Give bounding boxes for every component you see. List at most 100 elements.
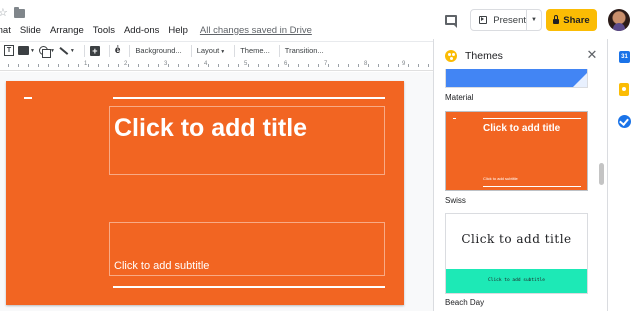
ruler-number: 1 [84,61,88,67]
ruler-tick [168,64,169,67]
theme-name-beach-day: Beach Day [445,298,485,307]
menu-arrange[interactable]: Arrange [50,25,84,36]
ruler-tick [388,64,389,67]
ruler-tick [38,64,39,67]
ruler-tick [308,64,309,67]
title-placeholder-box[interactable]: Click to add title [109,106,385,175]
comment-history-button[interactable] [441,10,461,30]
ruler-tick [358,64,359,67]
toolbar-divider [278,44,280,57]
close-icon[interactable]: ✕ [585,48,599,62]
caret-down-icon: ▼ [531,17,537,23]
line-tool[interactable]: ▼ [59,44,75,58]
theme-name-swiss: Swiss [445,196,466,205]
theme-thumbnail-swiss[interactable]: Click to add title Click to add subtitle [445,111,588,191]
menu-addons[interactable]: Add-ons [124,25,159,36]
share-button[interactable]: Share [546,9,597,31]
ruler-tick [68,64,69,67]
toolbar: T ▼ ▼ ▼ + ė Background... Layout▼ Theme.… [0,41,433,59]
ruler-tick [108,64,109,67]
calendar-icon[interactable]: 31 [619,51,630,63]
insert-image-tool[interactable]: ▼ [18,44,35,58]
slide[interactable]: Click to add title Click to add subtitle [6,81,404,305]
add-comment-icon: + [89,45,100,56]
shape-icon [38,45,51,58]
ruler-tick [58,64,59,67]
ruler-tick [378,64,379,67]
folder-icon[interactable] [13,7,25,18]
ruler-tick [318,64,319,67]
add-comment-tool[interactable]: + [89,44,100,58]
account-avatar[interactable] [608,9,630,31]
saved-status-link[interactable]: All changes saved in Drive [200,25,312,36]
transition-button[interactable]: Transition... [285,46,324,55]
slide-bottom-rule [113,286,385,288]
theme-thumbnail-material[interactable] [445,69,588,88]
swiss-corner-mark [453,118,456,119]
caret-down-icon: ▼ [220,49,226,55]
slide-title: Click to add title [114,114,308,142]
beach-preview-title: Click to add title [461,232,572,246]
slide-corner-mark [24,97,32,99]
subtitle-placeholder-box[interactable]: Click to add subtitle [109,222,385,276]
themes-panel-title: Themes [465,50,503,62]
ruler-tick [98,64,99,67]
ruler-tick [88,64,89,67]
ruler-tick [178,64,179,67]
ruler-number: 3 [164,61,168,67]
slide-canvas: Click to add title Click to add subtitle [0,72,433,311]
slides-editor: ☆ mat Slide Arrange Tools Add-ons Help A… [0,0,640,311]
menu-format[interactable]: mat [0,25,11,36]
ruler-tick [408,64,409,67]
themes-scrollbar[interactable] [599,163,604,185]
ruler-tick [138,64,139,67]
theme-thumbnail-beach-day[interactable]: Click to add title Click to add subtitle [445,213,588,294]
theme-name-material: Material [445,93,474,102]
ruler-tick [158,64,159,67]
textbox-tool[interactable]: T [4,44,14,58]
menu-tools[interactable]: Tools [93,25,115,36]
ruler-number: 2 [124,61,128,67]
toolbar-divider [83,44,85,57]
ruler-tick [48,64,49,67]
ruler-number: 6 [284,61,288,67]
side-panel-rail: 31 [607,39,640,311]
app-header: ☆ mat Slide Arrange Tools Add-ons Help A… [0,0,640,38]
present-button[interactable]: Present [471,10,527,30]
palette-icon [445,50,457,62]
keep-icon[interactable] [619,83,629,96]
menu-help[interactable]: Help [168,25,188,36]
swiss-preview-title: Click to add title [483,123,561,134]
theme-button[interactable]: Theme... [240,46,270,55]
ruler-number: 4 [204,61,208,67]
toolbar-divider [190,44,192,57]
ruler-tick [418,64,419,67]
layout-button[interactable]: Layout▼ [197,46,225,55]
ruler-number: 5 [244,61,248,67]
format-options-tool[interactable]: ė [115,44,121,58]
ruler-tick [398,64,399,67]
horizontal-ruler: 1 2 3 4 5 6 7 8 9 [0,61,433,71]
caret-down-icon: ▼ [30,47,35,54]
ruler-tick [148,64,149,67]
ruler-tick [28,64,29,67]
themes-panel: Themes ✕ Material Click to add title Cli… [433,39,607,311]
present-dropdown-button[interactable]: ▼ [527,17,541,23]
star-icon[interactable]: ☆ [0,8,8,19]
toolbar-divider [108,44,110,57]
comment-icon [445,15,457,28]
shape-tool[interactable]: ▼ [38,44,55,58]
ruler-tick [128,64,129,67]
ruler-tick [218,64,219,67]
swiss-top-rule [483,118,581,119]
ruler-tick [428,64,429,67]
menu-slide[interactable]: Slide [20,25,41,36]
present-icon [479,16,488,24]
ruler-number: 9 [402,61,406,67]
present-label: Present [493,14,526,26]
background-button[interactable]: Background... [135,46,181,55]
ruler-tick [228,64,229,67]
ruler-tick [298,64,299,67]
ruler-tick [328,64,329,67]
tasks-icon[interactable] [618,115,631,128]
